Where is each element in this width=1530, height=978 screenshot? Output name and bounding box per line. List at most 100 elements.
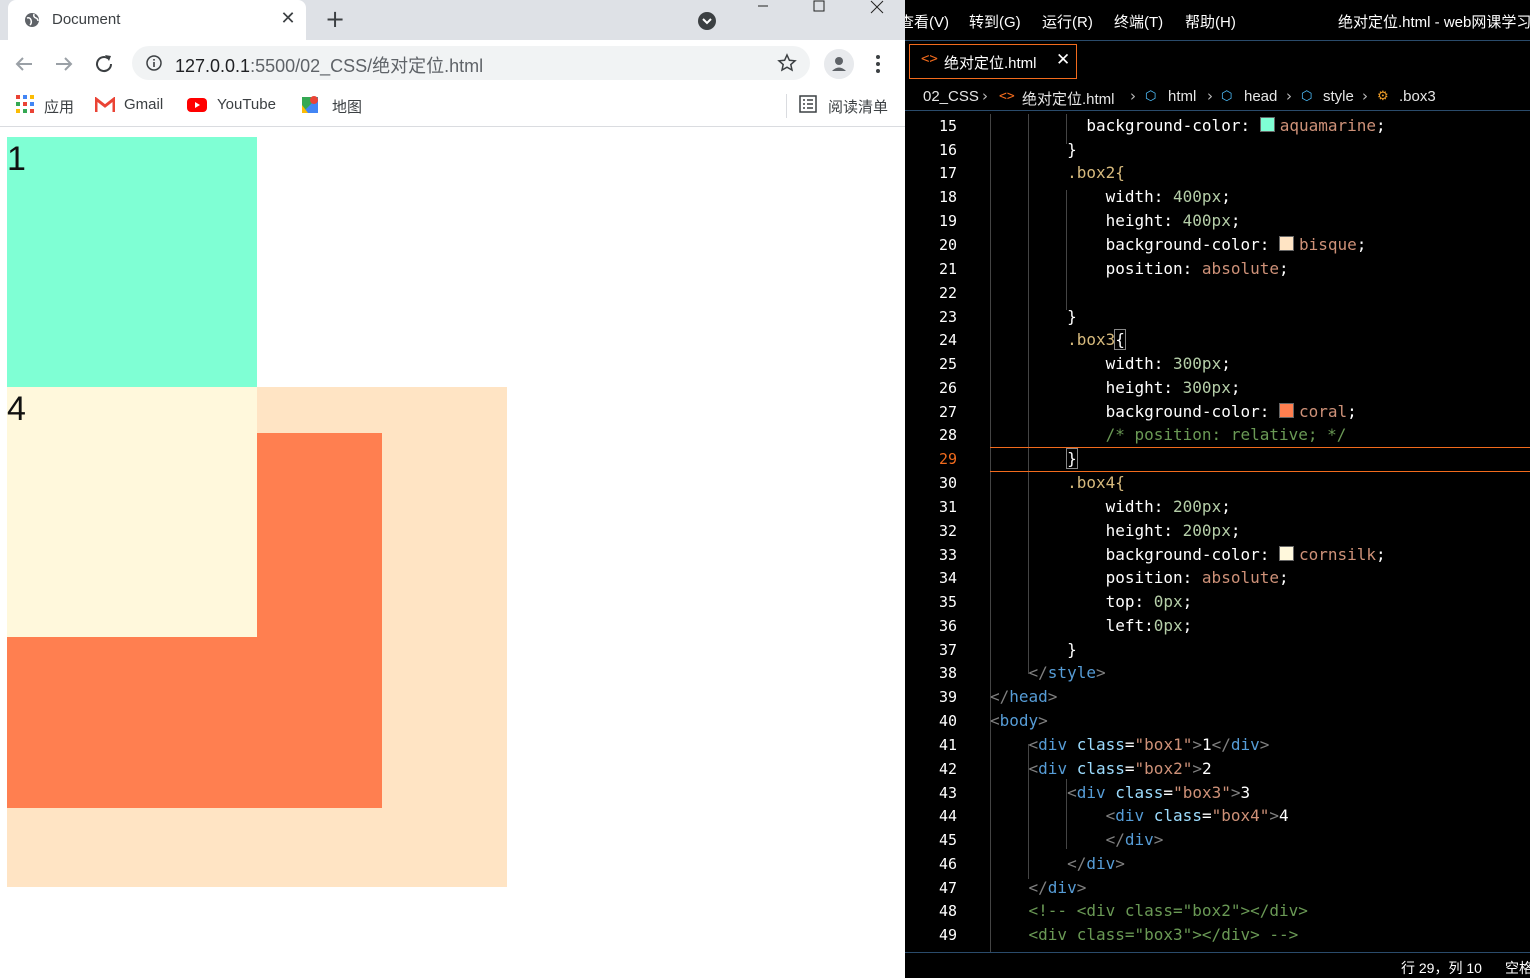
code-line: 39 </head> — [905, 685, 1530, 709]
code-line: 15 background-color: aquamarine; — [905, 114, 1530, 138]
code-area[interactable]: 15 background-color: aquamarine; 16 } 17… — [905, 114, 1530, 952]
code-line: 40 <body> — [905, 709, 1530, 733]
code-text: background-color: bisque; — [1105, 235, 1367, 254]
code-text: width: 200px; — [1105, 497, 1231, 516]
url-text: 127.0.0.1:5500/02_CSS/绝对定位.html — [175, 52, 483, 78]
bookmark-label: 阅读清单 — [828, 99, 889, 116]
kebab-menu-icon[interactable] — [866, 52, 890, 76]
line-number: 48 — [938, 902, 957, 920]
code-line: 45 </div> — [905, 828, 1530, 852]
url-path: :5500/02_CSS/绝对定位.html — [250, 56, 484, 76]
code-text: top: 0px; — [1105, 592, 1193, 611]
page-viewport: 1 4 — [0, 127, 905, 978]
code-line: 16 } — [905, 138, 1530, 162]
code-text: position: absolute; — [1105, 259, 1289, 278]
cube-icon: ⬡ — [1145, 89, 1157, 104]
breadcrumb-folder[interactable]: 02_CSS — [923, 88, 979, 105]
line-number: 44 — [938, 807, 957, 825]
code-text: /* position: relative; */ — [1105, 425, 1347, 444]
line-number: 27 — [938, 403, 957, 421]
back-arrow-icon[interactable] — [12, 52, 36, 76]
chevron-right-icon: › — [1207, 87, 1213, 105]
gmail-icon — [95, 97, 115, 112]
menu-run[interactable]: 运行(R) — [1042, 11, 1093, 32]
breadcrumb: 02_CSS › <> 绝对定位.html › ⬡ html › ⬡ head … — [905, 86, 1530, 111]
maps-icon — [302, 96, 318, 113]
cursor-position[interactable]: 行 29，列 10 — [1401, 958, 1482, 978]
line-number: 23 — [938, 308, 957, 326]
tab-document[interactable]: Document ✕ — [8, 0, 306, 40]
color-swatch[interactable] — [1278, 403, 1294, 418]
code-line: 20 background-color: bisque; — [905, 233, 1530, 257]
code-text: <div class="box3">3 — [1067, 783, 1251, 802]
breadcrumb-style[interactable]: style — [1323, 88, 1354, 105]
editor-tab-label: 绝对定位.html — [944, 55, 1037, 72]
forward-arrow-icon[interactable] — [52, 52, 76, 76]
code-line: 30 .box4{ — [905, 471, 1530, 495]
code-text: } — [1067, 140, 1077, 159]
code-line: 47 </div> — [905, 876, 1530, 900]
menu-help[interactable]: 帮助(H) — [1185, 11, 1236, 32]
code-text: } — [1067, 640, 1077, 659]
bookmarks-divider — [786, 94, 787, 118]
code-line-active: 29 } — [905, 447, 1530, 471]
box1-text: 1 — [7, 140, 26, 178]
minimize-icon[interactable] — [740, 0, 786, 22]
code-line: 41 <div class="box1">1</div> — [905, 733, 1530, 757]
code-line: 34 position: absolute; — [905, 566, 1530, 590]
address-bar[interactable]: 127.0.0.1:5500/02_CSS/绝对定位.html — [132, 46, 810, 80]
code-editor: 查看(V) 转到(G) 运行(R) 终端(T) 帮助(H) 绝对定位.html … — [905, 0, 1530, 978]
code-text: .box4{ — [1067, 473, 1125, 492]
breadcrumb-selector[interactable]: .box3 — [1399, 88, 1436, 105]
code-line: 28 /* position: relative; */ — [905, 423, 1530, 447]
code-line: 33 background-color: cornsilk; — [905, 543, 1530, 567]
line-number: 16 — [938, 141, 957, 159]
code-text: width: 300px; — [1105, 354, 1231, 373]
code-text: </div> — [1067, 854, 1125, 873]
bookmark-star-icon[interactable] — [777, 53, 797, 73]
code-line: 21 position: absolute; — [905, 257, 1530, 281]
code-line: 17 .box2{ — [905, 161, 1530, 185]
code-line: 35 top: 0px; — [905, 590, 1530, 614]
breadcrumb-head[interactable]: head — [1244, 88, 1277, 105]
code-text: height: 400px; — [1105, 211, 1241, 230]
menu-view[interactable]: 查看(V) — [905, 11, 949, 32]
line-number: 30 — [938, 474, 957, 492]
line-number: 25 — [938, 355, 957, 373]
code-line: 49 <div class="box3"></div> --> — [905, 923, 1530, 947]
tab-search-icon[interactable] — [697, 11, 717, 31]
editor-tab-file[interactable]: <> 绝对定位.html ✕ — [909, 44, 1077, 79]
code-text: </div> — [1028, 878, 1087, 897]
code-text: background-color: aquamarine; — [1086, 116, 1386, 135]
new-tab-button[interactable]: + — [322, 7, 348, 32]
breadcrumb-html[interactable]: html — [1168, 88, 1196, 105]
code-line: 24 .box3{ — [905, 328, 1530, 352]
tab-title: Document — [52, 11, 121, 28]
reload-icon[interactable] — [92, 52, 116, 76]
color-swatch[interactable] — [1278, 236, 1294, 251]
indentation-setting[interactable]: 空格 — [1505, 958, 1530, 978]
code-line: 36 left:0px; — [905, 614, 1530, 638]
code-text: } — [1067, 307, 1077, 326]
profile-avatar-icon[interactable] — [824, 49, 854, 79]
menu-goto[interactable]: 转到(G) — [969, 11, 1021, 32]
breadcrumb-file[interactable]: 绝对定位.html — [1022, 88, 1115, 109]
maximize-icon[interactable] — [796, 0, 842, 22]
editor-tab-close-icon[interactable]: ✕ — [1056, 50, 1070, 70]
color-swatch[interactable] — [1259, 117, 1275, 132]
tab-close-icon[interactable]: ✕ — [278, 8, 298, 30]
code-text: height: 200px; — [1105, 521, 1241, 540]
code-line: 27 background-color: coral; — [905, 400, 1530, 424]
bookmark-label: YouTube — [217, 96, 276, 113]
info-icon[interactable] — [146, 55, 162, 71]
menu-terminal[interactable]: 终端(T) — [1114, 11, 1163, 32]
box4-text: 4 — [7, 390, 26, 428]
color-swatch[interactable] — [1278, 546, 1294, 561]
code-text: </head> — [990, 687, 1058, 706]
code-text: background-color: coral; — [1105, 402, 1357, 421]
code-line: 22 — [905, 281, 1530, 305]
code-text: <!-- <div class="box2"></div> — [1028, 901, 1308, 920]
line-number: 34 — [938, 569, 957, 587]
window-close-icon[interactable] — [853, 0, 899, 22]
line-number: 28 — [938, 426, 957, 444]
